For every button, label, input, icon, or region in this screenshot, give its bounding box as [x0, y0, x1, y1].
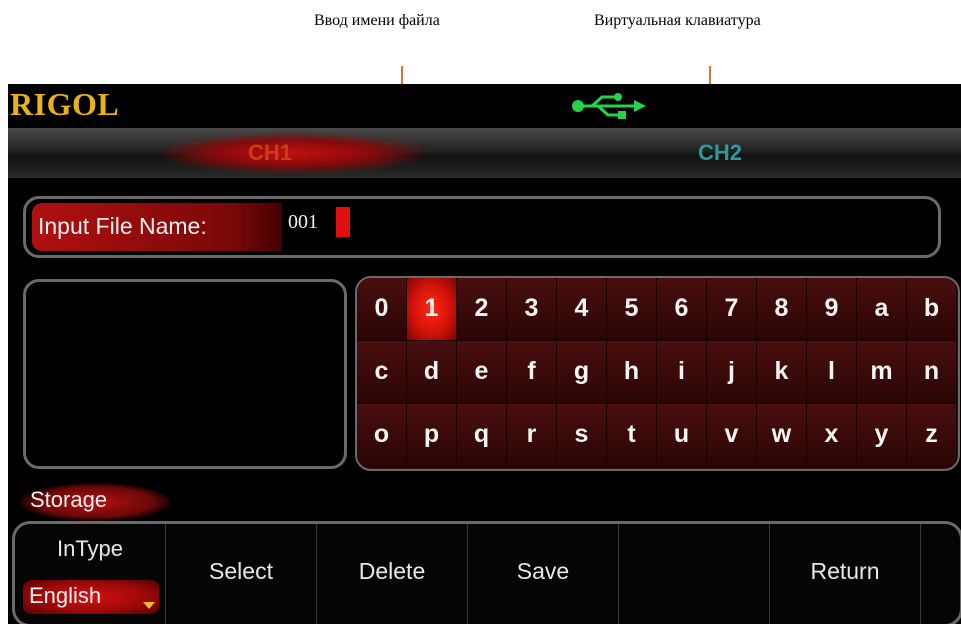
key-l[interactable]: l [807, 341, 857, 404]
filename-input-box[interactable]: Input File Name: 001 [23, 196, 941, 258]
return-label: Return [810, 558, 880, 584]
key-j[interactable]: j [707, 341, 757, 404]
key-z[interactable]: z [907, 404, 957, 467]
file-preview-panel [23, 279, 347, 469]
key-h[interactable]: h [607, 341, 657, 404]
save-label: Save [516, 558, 570, 584]
top-bar: RIGOL [8, 84, 961, 126]
text-cursor [336, 207, 350, 237]
keyboard-row: 0123456789ab [357, 278, 958, 341]
select-label: Select [209, 558, 273, 584]
key-d[interactable]: d [407, 341, 457, 404]
rigol-logo: RIGOL [10, 86, 120, 122]
key-s[interactable]: s [557, 404, 607, 467]
key-w[interactable]: w [757, 404, 807, 467]
key-a[interactable]: a [857, 278, 907, 341]
filename-value[interactable]: 001 [288, 211, 318, 234]
delete-label: Delete [358, 558, 426, 584]
key-1[interactable]: 1 [407, 278, 457, 341]
key-v[interactable]: v [707, 404, 757, 467]
key-p[interactable]: p [407, 404, 457, 467]
key-g[interactable]: g [557, 341, 607, 404]
key-k[interactable]: k [757, 341, 807, 404]
select-button[interactable]: Select [166, 524, 317, 624]
dropdown-triangle-icon [143, 602, 155, 609]
ch1-highlight [158, 132, 428, 174]
key-2[interactable]: 2 [457, 278, 507, 341]
key-r[interactable]: r [507, 404, 557, 467]
filename-label-bg: Input File Name: [32, 203, 282, 251]
storage-label: Storage [30, 487, 108, 512]
device-screen: RIGOL CH1 CH2 Input File Name: 001 01234… [8, 84, 961, 624]
tab-ch1[interactable]: CH1 [248, 140, 292, 166]
intype-value: English [29, 583, 102, 608]
key-3[interactable]: 3 [507, 278, 557, 341]
key-e[interactable]: e [457, 341, 507, 404]
keyboard-row: cdefghijklmn [357, 341, 958, 404]
intype-label: InType [56, 536, 124, 561]
key-i[interactable]: i [657, 341, 707, 404]
keyboard-row: opqrstuvwxyz [357, 404, 958, 467]
key-0[interactable]: 0 [357, 278, 407, 341]
key-y[interactable]: y [857, 404, 907, 467]
key-o[interactable]: o [357, 404, 407, 467]
virtual-keyboard: 0123456789abcdefghijklmnopqrstuvwxyz [355, 276, 960, 471]
key-7[interactable]: 7 [707, 278, 757, 341]
softkey-menu-bar: InType English Select Delete Save Return [12, 521, 961, 624]
intype-softkey[interactable]: InType English [15, 524, 166, 624]
key-t[interactable]: t [607, 404, 657, 467]
intype-value-box[interactable]: English [23, 580, 159, 614]
key-m[interactable]: m [857, 341, 907, 404]
key-4[interactable]: 4 [557, 278, 607, 341]
tab-ch2[interactable]: CH2 [698, 140, 742, 166]
annotation-filename-input: Ввод имени файла [314, 12, 440, 29]
key-6[interactable]: 6 [657, 278, 707, 341]
key-9[interactable]: 9 [807, 278, 857, 341]
key-x[interactable]: x [807, 404, 857, 467]
key-u[interactable]: u [657, 404, 707, 467]
save-button[interactable]: Save [468, 524, 619, 624]
key-5[interactable]: 5 [607, 278, 657, 341]
empty-softkey[interactable] [619, 524, 770, 624]
key-b[interactable]: b [907, 278, 957, 341]
key-q[interactable]: q [457, 404, 507, 467]
channel-tab-bar: CH1 CH2 [8, 128, 961, 178]
usb-icon [572, 93, 646, 119]
delete-button[interactable]: Delete [317, 524, 468, 624]
filename-label: Input File Name: [38, 213, 207, 239]
key-c[interactable]: c [357, 341, 407, 404]
return-button[interactable]: Return [770, 524, 921, 624]
key-f[interactable]: f [507, 341, 557, 404]
key-8[interactable]: 8 [757, 278, 807, 341]
annotation-virtual-keyboard: Виртуальная клавиатура [594, 12, 761, 29]
section-label: Storage [20, 483, 170, 521]
key-n[interactable]: n [907, 341, 957, 404]
